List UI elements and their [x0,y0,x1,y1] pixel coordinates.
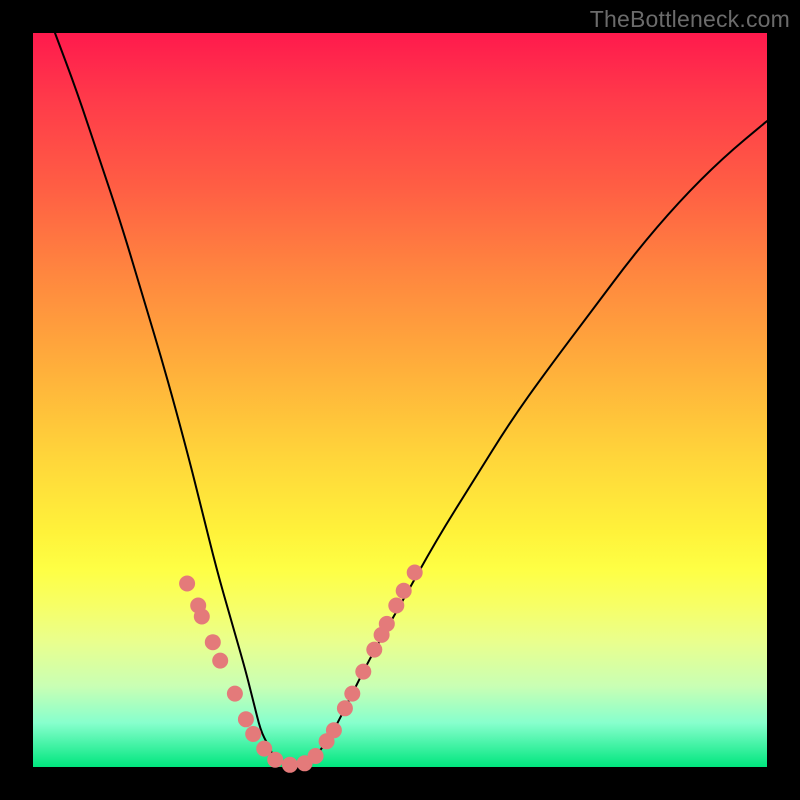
curve-marker [212,653,228,669]
watermark-text: TheBottleneck.com [590,6,790,33]
chart-frame: TheBottleneck.com [0,0,800,800]
curve-marker [245,726,261,742]
curve-marker [344,686,360,702]
chart-plot-area [33,33,767,767]
curve-marker [227,686,243,702]
curve-marker [205,634,221,650]
curve-marker [355,664,371,680]
curve-marker [326,722,342,738]
curve-marker [267,752,283,768]
curve-marker [407,565,423,581]
curve-marker [194,609,210,625]
curve-marker [282,757,298,773]
curve-marker [396,583,412,599]
chart-svg [33,33,767,767]
curve-marker [388,598,404,614]
curve-marker [238,711,254,727]
curve-marker [179,576,195,592]
curve-marker [337,700,353,716]
curve-markers [179,565,423,773]
bottleneck-curve [55,33,767,767]
curve-marker [308,748,324,764]
curve-marker [379,616,395,632]
curve-marker [366,642,382,658]
